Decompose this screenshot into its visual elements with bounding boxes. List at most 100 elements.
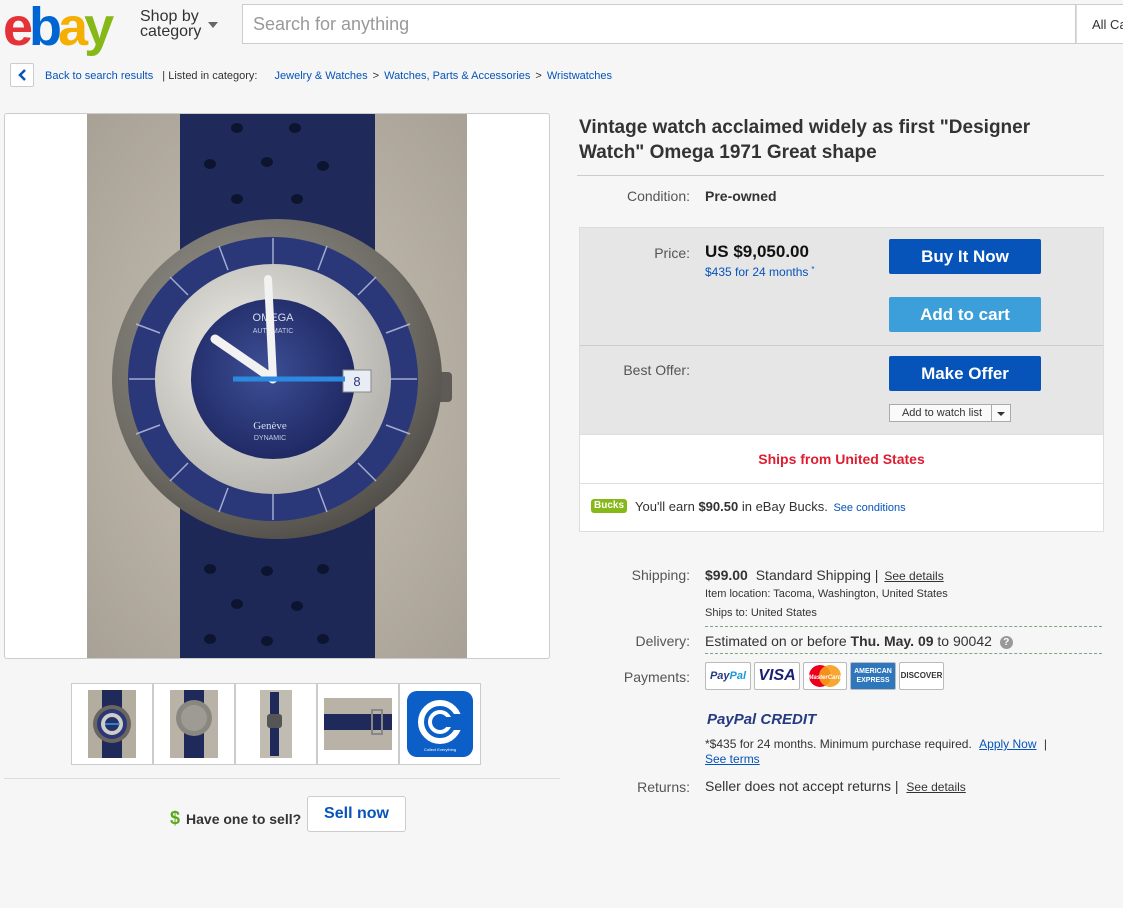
returns-see-details-link[interactable]: See details (906, 780, 965, 794)
shop-by-line2: category (140, 23, 202, 40)
mastercard-icon: MasterCard (803, 662, 847, 690)
price-box: Price: US $9,050.00 $435 for 24 months * … (579, 227, 1104, 532)
back-button[interactable] (10, 63, 34, 87)
best-offer-label: Best Offer: (623, 362, 690, 378)
breadcrumb: Back to search results | Listed in categ… (45, 70, 612, 82)
dial-geneve: Genève (253, 420, 287, 432)
paypal-icon: PayPal (705, 662, 751, 690)
logo-letter-e: e (3, 0, 33, 57)
logo-letter-y: y (84, 0, 114, 57)
amex-icon: AMERICAN EXPRESS (850, 662, 896, 690)
thumbnail-watch-strap (324, 698, 392, 750)
date-window-digit: 8 (353, 374, 360, 389)
chevron-down-icon[interactable] (991, 405, 1010, 421)
main-product-image[interactable]: 8 OMEGA AUTOMATIC Genève DYNAMIC (4, 113, 550, 659)
ships-from-banner: Ships from United States (580, 434, 1103, 484)
delivery-pre: Estimated on or before (705, 633, 847, 649)
help-icon[interactable]: ? (999, 636, 1013, 649)
paypal-credit-logo: PayPal CREDIT (707, 711, 816, 728)
credit-pipe: | (1043, 737, 1047, 751)
logo-letter-b: b (29, 0, 62, 57)
collect-app-icon: Collect Everything (407, 691, 473, 757)
delivery-zip: to 90042 (937, 633, 992, 649)
app-tile-caption: Collect Everything (424, 747, 456, 752)
add-to-cart-button[interactable]: Add to cart (889, 297, 1041, 332)
shipping-cost: $99.00 (705, 567, 748, 583)
divider (4, 778, 560, 779)
discover-icon: DISCOVER (899, 662, 944, 690)
have-one-to-sell: $ Have one to sell? (170, 808, 301, 829)
bucks-text: You'll earn $90.50 in eBay Bucks. See co… (635, 499, 906, 514)
delivery-label: Delivery: (635, 633, 690, 649)
see-conditions-link[interactable]: See conditions (833, 502, 905, 514)
delivery-date: Thu. May. 09 (850, 633, 934, 649)
dial-dynamic: DYNAMIC (254, 435, 286, 442)
visa-icon: VISA (754, 662, 800, 690)
thumbnail-1[interactable] (71, 683, 153, 765)
ebay-logo[interactable]: ebay (3, 0, 114, 57)
thumbnail-4[interactable] (317, 683, 399, 765)
price-section: Price: US $9,050.00 $435 for 24 months * … (580, 228, 1103, 346)
divider (577, 175, 1104, 176)
best-offer-section: Best Offer: Make Offer Add to watch list (580, 346, 1103, 434)
dollar-icon: $ (170, 808, 181, 828)
paypal-credit-a: PayPal (707, 711, 757, 728)
thumbnail-watch-side (260, 690, 292, 758)
add-to-watch-list-button[interactable]: Add to watch list (889, 404, 1011, 422)
bucks-post: in eBay Bucks. (741, 499, 828, 514)
thumbnail-5-app[interactable]: Collect Everything (399, 683, 481, 765)
divider (705, 626, 1102, 627)
bucks-amount: $90.50 (698, 499, 739, 514)
credit-terms: *$435 for 24 months. Minimum purchase re… (705, 737, 1047, 751)
returns-text: Seller does not accept returns | (705, 778, 899, 794)
mastercard-text: MasterCard (808, 675, 841, 681)
ebay-bucks-section: Bucks You'll earn $90.50 in eBay Bucks. … (580, 484, 1103, 531)
see-terms-link[interactable]: See terms (705, 752, 760, 766)
financing-text: $435 for 24 months (705, 265, 809, 279)
breadcrumb-jewelry-watches[interactable]: Jewelry & Watches (275, 70, 368, 82)
shop-by-line1: Shop by (140, 8, 199, 25)
condition-label: Condition: (626, 188, 690, 204)
item-title: Vintage watch acclaimed widely as first … (579, 117, 1031, 163)
watch-list-label: Add to watch list (901, 407, 983, 419)
condition-value: Pre-owned (705, 188, 777, 204)
sell-text: Have one to sell? (186, 811, 302, 827)
divider (705, 653, 1102, 654)
financing-link[interactable]: $435 for 24 months * (705, 265, 815, 279)
apply-now-link[interactable]: Apply Now (979, 737, 1036, 751)
delivery-value: Estimated on or before Thu. May. 09 to 9… (705, 633, 1013, 649)
sell-now-button[interactable]: Sell now (307, 796, 406, 832)
search-input[interactable] (243, 5, 1075, 43)
chevron-left-icon (18, 69, 26, 81)
buy-it-now-button[interactable]: Buy It Now (889, 239, 1041, 274)
financing-asterisk: * (811, 265, 815, 274)
shipping-label: Shipping: (631, 567, 690, 583)
payments-label: Payments: (623, 669, 690, 685)
shipping-value: $99.00 Standard Shipping | See details (705, 567, 944, 583)
bucks-badge: Bucks (591, 499, 628, 513)
paypal-pay: Pay (709, 670, 730, 682)
watch-photo: 8 OMEGA AUTOMATIC Genève DYNAMIC (87, 114, 467, 658)
breadcrumb-separator: > (372, 70, 380, 82)
shop-by-category-button[interactable]: Shop by category (140, 8, 202, 40)
paypal-pal: Pal (729, 670, 747, 682)
credit-terms-text: *$435 for 24 months. Minimum purchase re… (705, 737, 972, 751)
back-to-search-link[interactable]: Back to search results (45, 70, 153, 82)
all-categories-select[interactable]: All Ca (1076, 4, 1123, 44)
returns-value: Seller does not accept returns | See det… (705, 778, 966, 794)
shipping-see-details-link[interactable]: See details (884, 569, 943, 583)
shipping-method: Standard Shipping | (755, 567, 879, 583)
thumbnail-2[interactable] (153, 683, 235, 765)
thumbnail-watch-back (170, 690, 218, 758)
make-offer-button[interactable]: Make Offer (889, 356, 1041, 391)
search-box[interactable] (242, 4, 1076, 44)
bucks-pre: You'll earn (635, 499, 695, 514)
breadcrumb-wristwatches[interactable]: Wristwatches (547, 70, 612, 82)
breadcrumb-watches-parts[interactable]: Watches, Parts & Accessories (384, 70, 530, 82)
thumbnail-3[interactable] (235, 683, 317, 765)
ships-to: Ships to: United States (705, 607, 817, 619)
chevron-down-icon[interactable] (208, 22, 218, 28)
ships-from-text: Ships from United States (758, 451, 925, 467)
item-location: Item location: Tacoma, Washington, Unite… (705, 588, 948, 600)
returns-label: Returns: (637, 779, 690, 795)
